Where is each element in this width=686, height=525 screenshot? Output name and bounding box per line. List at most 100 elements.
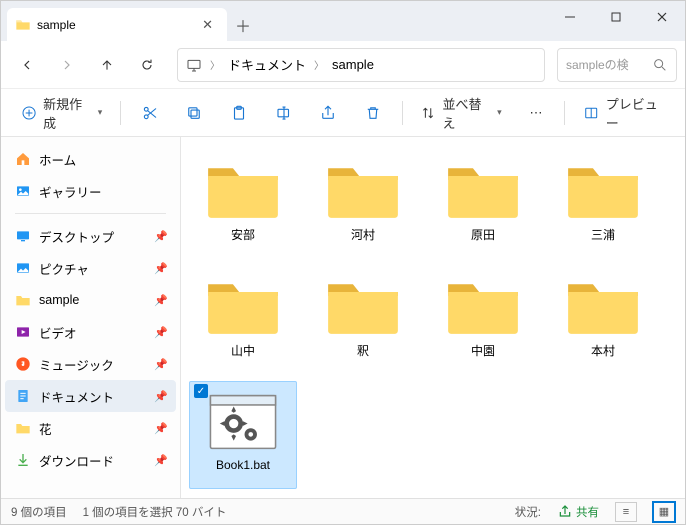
- sidebar-pictures[interactable]: ピクチャ📌: [5, 252, 176, 284]
- search-placeholder: sampleの検: [566, 56, 629, 73]
- sort-button[interactable]: 並べ替え ▾: [412, 96, 509, 130]
- sidebar-desktop[interactable]: デスクトップ📌: [5, 220, 176, 252]
- details-view-button[interactable]: ≡: [615, 502, 637, 522]
- folder-item[interactable]: 本村: [549, 265, 657, 373]
- item-label: 本村: [591, 342, 615, 359]
- sort-icon: [420, 104, 436, 122]
- paste-button[interactable]: [221, 96, 258, 130]
- folder-icon: [324, 275, 402, 337]
- item-label: 河村: [351, 226, 375, 243]
- pin-icon: 📌: [154, 390, 168, 403]
- desktop-icon: [15, 228, 31, 244]
- new-tab-button[interactable]: ＋: [227, 8, 259, 41]
- status-state-label: 状況:: [515, 504, 541, 520]
- share-button[interactable]: [310, 96, 347, 130]
- search-input[interactable]: sampleの検: [557, 48, 677, 82]
- status-selected: 1 個の項目を選択 70 バイト: [83, 504, 227, 520]
- share-status-icon: [557, 504, 573, 520]
- chevron-down-icon: ▾: [98, 107, 103, 118]
- close-window-button[interactable]: [639, 1, 685, 33]
- address-bar[interactable]: 〉 ドキュメント 〉 sample: [177, 48, 545, 82]
- folder-icon: [15, 420, 31, 436]
- share-icon: [319, 104, 337, 122]
- copy-button[interactable]: [176, 96, 213, 130]
- chevron-down-icon: ▾: [497, 107, 502, 118]
- tab-sample[interactable]: sample ✕: [7, 8, 227, 41]
- sidebar-downloads[interactable]: ダウンロード📌: [5, 444, 176, 476]
- chevron-right-icon[interactable]: 〉: [210, 57, 220, 72]
- up-button[interactable]: [89, 47, 125, 83]
- minimize-button[interactable]: [547, 1, 593, 33]
- breadcrumb-sample[interactable]: sample: [332, 57, 374, 72]
- plus-circle-icon: [21, 104, 37, 122]
- sidebar-documents[interactable]: ドキュメント📌: [5, 380, 176, 412]
- item-label: 釈: [357, 342, 369, 359]
- item-label: 原田: [471, 226, 495, 243]
- new-button[interactable]: 新規作成 ▾: [13, 96, 110, 130]
- trash-icon: [364, 104, 382, 122]
- folder-item[interactable]: 三浦: [549, 149, 657, 257]
- file-list[interactable]: 安部 河村 原田 三浦 山中 釈 中園 本村 ✓ Book1.bat: [181, 137, 685, 498]
- item-label: 安部: [231, 226, 255, 243]
- forward-button[interactable]: [49, 47, 85, 83]
- pin-icon: 📌: [154, 230, 168, 243]
- batch-file-icon: [204, 391, 282, 453]
- copy-icon: [185, 104, 203, 122]
- titlebar: sample ✕ ＋: [1, 1, 685, 41]
- status-bar: 9 個の項目 1 個の項目を選択 70 バイト 状況: 共有 ≡ ▦: [1, 498, 685, 524]
- item-label: 中園: [471, 342, 495, 359]
- folder-icon: [15, 17, 31, 33]
- sidebar-sample[interactable]: sample📌: [5, 284, 176, 316]
- rename-icon: [275, 104, 293, 122]
- delete-button[interactable]: [355, 96, 392, 130]
- gallery-icon: [15, 183, 31, 199]
- pin-icon: 📌: [154, 262, 168, 275]
- chevron-right-icon[interactable]: 〉: [314, 57, 324, 72]
- more-button[interactable]: ⋯: [518, 96, 555, 130]
- navbar: 〉 ドキュメント 〉 sample sampleの検: [1, 41, 685, 89]
- clipboard-icon: [230, 104, 248, 122]
- folder-icon: [444, 159, 522, 221]
- preview-icon: [583, 104, 599, 122]
- folder-icon: [15, 292, 31, 308]
- pin-icon: 📌: [154, 294, 168, 307]
- back-button[interactable]: [9, 47, 45, 83]
- folder-item[interactable]: 釈: [309, 265, 417, 373]
- sidebar-home[interactable]: ホーム: [5, 143, 176, 175]
- main-area: ホーム ギャラリー デスクトップ📌 ピクチャ📌 sample📌 ビデオ📌 ミュー…: [1, 137, 685, 498]
- sidebar: ホーム ギャラリー デスクトップ📌 ピクチャ📌 sample📌 ビデオ📌 ミュー…: [1, 137, 181, 498]
- icons-view-button[interactable]: ▦: [653, 502, 675, 522]
- explorer-window: sample ✕ ＋ 〉 ドキュメント 〉 sample sampleの検: [0, 0, 686, 525]
- folder-icon: [204, 159, 282, 221]
- folder-item[interactable]: 中園: [429, 265, 537, 373]
- refresh-button[interactable]: [129, 47, 165, 83]
- folder-item[interactable]: 安部: [189, 149, 297, 257]
- folder-icon: [324, 159, 402, 221]
- sidebar-flower[interactable]: 花📌: [5, 412, 176, 444]
- preview-button[interactable]: プレビュー: [575, 96, 673, 130]
- tab-title: sample: [37, 18, 76, 32]
- folder-icon: [564, 159, 642, 221]
- status-item-count: 9 個の項目: [11, 504, 67, 520]
- folder-item[interactable]: 山中: [189, 265, 297, 373]
- music-icon: [15, 356, 31, 372]
- rename-button[interactable]: [265, 96, 302, 130]
- search-icon: [652, 57, 668, 73]
- item-label: 山中: [231, 342, 255, 359]
- sidebar-gallery[interactable]: ギャラリー: [5, 175, 176, 207]
- folder-item[interactable]: 原田: [429, 149, 537, 257]
- breadcrumb-documents[interactable]: ドキュメント: [228, 55, 306, 74]
- item-label: 三浦: [591, 226, 615, 243]
- checkmark-icon[interactable]: ✓: [194, 384, 208, 398]
- file-item-bat[interactable]: ✓ Book1.bat: [189, 381, 297, 489]
- monitor-icon: [186, 57, 202, 73]
- documents-icon: [15, 388, 31, 404]
- maximize-button[interactable]: [593, 1, 639, 33]
- cut-button[interactable]: [131, 96, 168, 130]
- folder-item[interactable]: 河村: [309, 149, 417, 257]
- pin-icon: 📌: [154, 326, 168, 339]
- sidebar-videos[interactable]: ビデオ📌: [5, 316, 176, 348]
- download-icon: [15, 452, 31, 468]
- sidebar-music[interactable]: ミュージック📌: [5, 348, 176, 380]
- close-tab-icon[interactable]: ✕: [198, 17, 217, 33]
